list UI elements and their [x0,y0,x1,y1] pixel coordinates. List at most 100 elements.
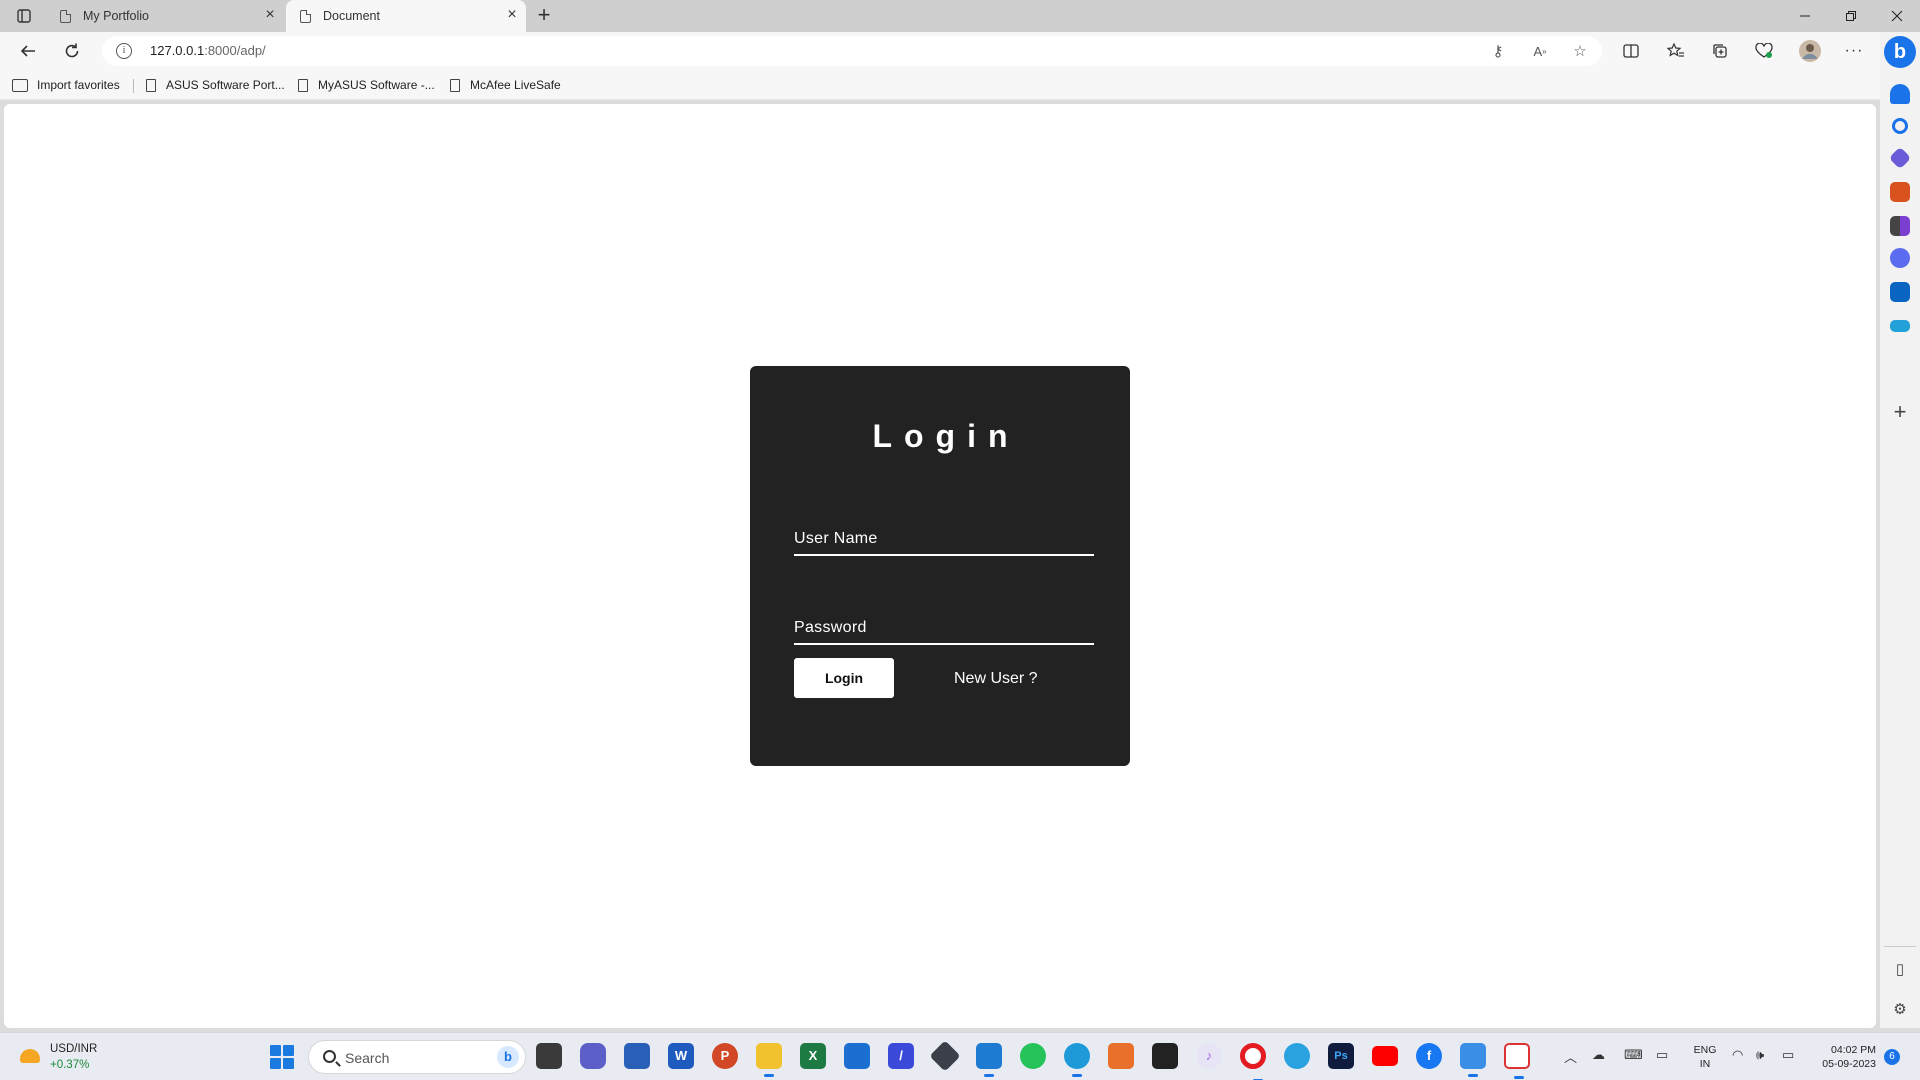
notification-bell-icon[interactable] [1890,84,1910,104]
favorite-label: MyASUS Software -... [318,78,435,92]
favorite-label: Import favorites [37,78,120,92]
battery-icon[interactable]: ▭ [1782,1047,1794,1063]
outlook-icon[interactable] [1890,282,1910,302]
browser-essentials-button[interactable] [1750,37,1778,65]
minimize-icon [1800,15,1810,17]
excel-icon[interactable]: X [800,1043,826,1069]
shopping-tag-icon[interactable] [1888,146,1912,170]
show-hidden-icons-chevron-icon[interactable]: ︿ [1564,1047,1577,1066]
onedrive-cloud-icon[interactable]: ☁ [1592,1047,1605,1063]
vscode-icon[interactable] [976,1043,1002,1077]
edge-sidebar: b + ▯ ⚙ [1880,32,1920,1028]
tab-document[interactable]: Document × [286,0,526,32]
unity-icon[interactable] [929,1040,961,1072]
profile-button[interactable] [1796,37,1824,65]
edge-browser-icon[interactable] [1064,1043,1090,1077]
games-icon[interactable] [1890,216,1910,236]
hide-sidebar-icon[interactable]: ▯ [1892,962,1908,978]
refresh-button[interactable] [58,37,86,65]
search-icon[interactable] [1892,118,1908,134]
favorites-list-icon [1667,43,1684,57]
search-icon [323,1050,336,1063]
wifi-icon[interactable]: ◠ [1732,1047,1743,1063]
clock[interactable]: 04:02 PM 05-09-2023 [1810,1043,1876,1071]
read-aloud-icon[interactable]: A» [1530,41,1550,61]
start-windows-icon[interactable] [270,1045,294,1069]
teams-chat-icon[interactable] [580,1043,606,1069]
close-icon [1891,10,1903,22]
split-screen-button[interactable] [1617,37,1645,65]
minimize-button[interactable] [1782,0,1828,32]
username-field[interactable]: User Name [794,520,1094,556]
more-dots-icon: ··· [1844,42,1864,59]
password-input[interactable] [794,609,1094,643]
favorites-divider [133,79,134,93]
login-title: Login [872,418,1020,454]
volume-icon[interactable]: 🕪 [1756,1047,1764,1063]
new-user-link[interactable]: New User ? [954,670,1038,688]
more-options-button[interactable]: ··· [1840,37,1868,65]
tab-title: My Portfolio [83,9,149,23]
close-window-button[interactable] [1874,0,1920,32]
telegram-icon[interactable] [1284,1043,1310,1069]
nvidia-icon[interactable] [1152,1043,1178,1069]
restore-icon [1846,11,1856,21]
close-tab-icon[interactable]: × [262,7,278,24]
language-code: ENG [1693,1044,1717,1056]
keyboard-icon[interactable]: ⌨ [1624,1047,1643,1063]
restore-button[interactable] [1828,0,1874,32]
drive-icon[interactable]: ▭ [1656,1047,1668,1063]
microsoft-365-icon[interactable] [1890,248,1910,268]
opera-icon[interactable] [1240,1043,1266,1080]
browser-toolbar: i 127.0.0.1:8000/adp/ ⚷ A» ☆ ··· [0,32,1880,70]
back-button[interactable] [14,37,42,65]
password-field[interactable]: Password [794,609,1094,645]
currency-widget[interactable]: USD/INR +0.37% [16,1043,126,1073]
xampp-icon[interactable] [1108,1043,1134,1069]
word-icon[interactable]: W [668,1043,694,1069]
username-input[interactable] [794,520,1094,554]
favorite-asus-software[interactable]: ASUS Software Port... [146,76,285,94]
favorites-bar: Import favorites ASUS Software Port... M… [0,70,1880,100]
new-tab-button[interactable]: + [532,4,556,28]
task-view-icon[interactable] [536,1043,562,1069]
tab-my-portfolio[interactable]: My Portfolio × [46,0,284,32]
notification-badge[interactable]: 6 [1884,1049,1900,1065]
snipping-tool-icon[interactable] [1504,1043,1530,1079]
facebook-icon[interactable]: f [1416,1043,1442,1069]
favorite-myasus-software[interactable]: MyASUS Software -... [298,76,435,94]
drop-icon[interactable] [1890,320,1910,332]
add-sidebar-app-icon[interactable]: + [1890,401,1910,423]
bing-chat-icon[interactable]: b [1884,36,1916,68]
whatsapp-icon[interactable] [1020,1043,1046,1069]
tab-actions-button[interactable] [8,4,40,28]
login-button[interactable]: Login [794,658,894,698]
itunes-icon[interactable]: ♪ [1196,1043,1222,1069]
notepad-icon[interactable] [624,1043,650,1069]
collections-button[interactable] [1706,37,1734,65]
refresh-icon [65,43,79,58]
file-explorer-icon[interactable] [756,1043,782,1077]
paint-icon[interactable] [1460,1043,1486,1077]
password-key-icon[interactable]: ⚷ [1488,41,1508,61]
url-host: 127.0.0.1 [150,43,205,58]
favorites-button[interactable] [1662,37,1690,65]
clock-date: 05-09-2023 [1822,1058,1876,1070]
address-bar[interactable]: i 127.0.0.1:8000/adp/ ⚷ A» ☆ [102,36,1602,66]
taskbar-search[interactable]: Search b [308,1040,526,1074]
photoshop-icon[interactable]: Ps [1328,1043,1354,1069]
sidebar-settings-gear-icon[interactable]: ⚙ [1892,1002,1908,1018]
editor-app-icon[interactable]: / [888,1043,914,1069]
favorite-import[interactable]: Import favorites [12,76,120,94]
powerpoint-icon[interactable]: P [712,1043,738,1069]
mail-icon[interactable] [844,1043,870,1069]
favorite-mcafee-livesafe[interactable]: McAfee LiveSafe [450,76,561,94]
favorite-star-icon[interactable]: ☆ [1570,41,1590,61]
tab-title: Document [323,9,380,23]
youtube-icon[interactable] [1372,1046,1398,1066]
site-info-icon[interactable]: i [116,43,132,59]
close-tab-icon[interactable]: × [504,7,520,24]
tools-briefcase-icon[interactable] [1890,182,1910,202]
windows-taskbar: USD/INR +0.37% Search b W P X / ♪ Ps f ︿… [0,1032,1920,1080]
language-indicator[interactable]: ENG IN [1692,1043,1718,1071]
